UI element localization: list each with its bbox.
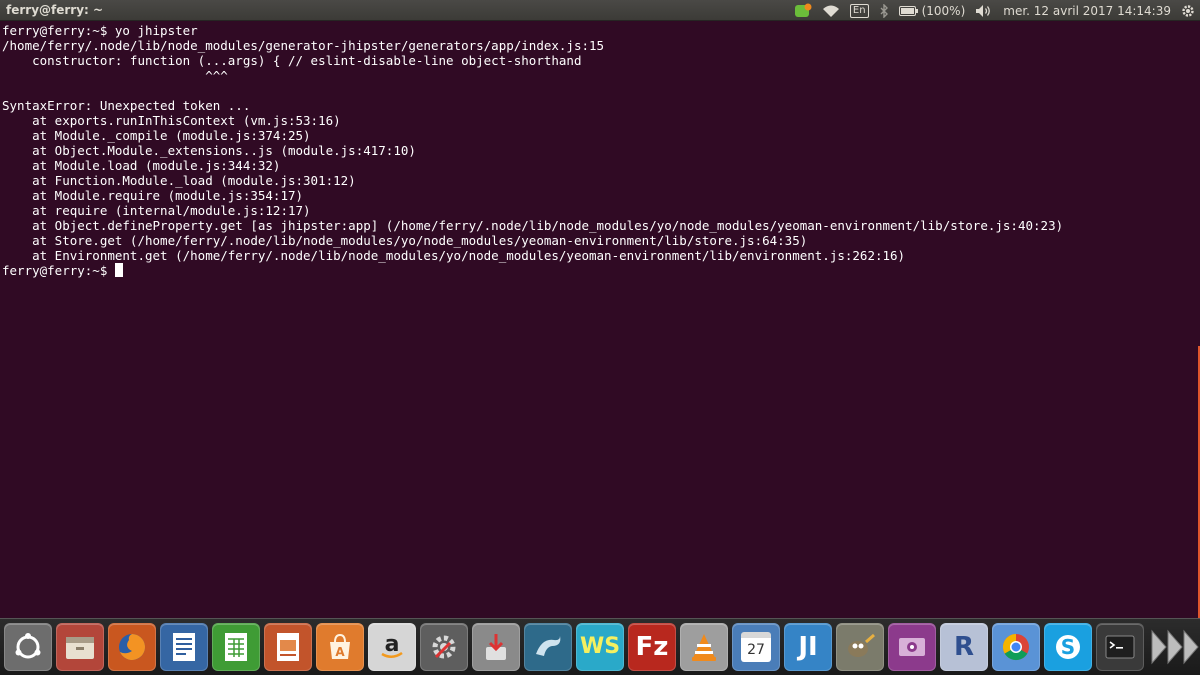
terminal-line: at Object.defineProperty.get [as jhipste… bbox=[2, 218, 1064, 233]
terminal-cursor bbox=[114, 263, 123, 277]
terminal-line: at Module.load (module.js:344:32) bbox=[2, 158, 281, 173]
amazon-icon[interactable]: a bbox=[368, 623, 416, 671]
rstudio-icon[interactable]: R bbox=[940, 623, 988, 671]
calendar-icon[interactable]: 27 bbox=[732, 623, 780, 671]
svg-text:a: a bbox=[385, 632, 400, 657]
terminal-line: at Module._compile (module.js:374:25) bbox=[2, 128, 311, 143]
files-icon[interactable] bbox=[56, 623, 104, 671]
terminal-line: at exports.runInThisContext (vm.js:53:16… bbox=[2, 113, 341, 128]
terminal-output: ferry@ferry:~$ yo jhipster/home/ferry/.n… bbox=[0, 21, 1200, 278]
terminal-line: ferry@ferry:~$ yo jhipster bbox=[2, 23, 198, 38]
bluetooth-icon[interactable] bbox=[874, 0, 894, 21]
battery-indicator[interactable]: (100%) bbox=[894, 0, 971, 21]
svg-text:A: A bbox=[335, 645, 345, 659]
terminal-line: at Function.Module._load (module.js:301:… bbox=[2, 173, 356, 188]
window-title: ferry@ferry: ~ bbox=[6, 3, 104, 17]
ubuntu-dash-icon[interactable] bbox=[4, 623, 52, 671]
video-recorder-icon[interactable] bbox=[888, 623, 936, 671]
mysql-workbench-icon[interactable] bbox=[524, 623, 572, 671]
top-panel: ferry@ferry: ~ En (100%) mer. 12 avril 2… bbox=[0, 0, 1200, 21]
chrome-icon[interactable] bbox=[992, 623, 1040, 671]
svg-text:S: S bbox=[1061, 635, 1075, 659]
archive-installer-icon[interactable] bbox=[472, 623, 520, 671]
terminal-line: at Environment.get (/home/ferry/.node/li… bbox=[2, 248, 906, 263]
launcher-overflow-chevrons-icon[interactable] bbox=[1148, 623, 1200, 671]
keyboard-layout-indicator[interactable]: En bbox=[845, 0, 874, 21]
terminal-prompt: ferry@ferry:~$ bbox=[2, 263, 115, 278]
terminal-window[interactable]: ferry@ferry:~$ yo jhipster/home/ferry/.n… bbox=[0, 21, 1200, 618]
filezilla-icon[interactable]: Fz bbox=[628, 623, 676, 671]
libreoffice-calc-icon[interactable] bbox=[212, 623, 260, 671]
indicator-area: En (100%) mer. 12 avril 2017 14:14:39 bbox=[789, 0, 1200, 21]
calendar-day: 27 bbox=[747, 642, 765, 658]
battery-percentage: (100%) bbox=[921, 3, 966, 18]
libreoffice-writer-icon[interactable] bbox=[160, 623, 208, 671]
launcher-dock: A a WS Fz 27 JI R S bbox=[0, 618, 1200, 675]
clock[interactable]: mer. 12 avril 2017 14:14:39 bbox=[998, 0, 1176, 21]
calendar-page: 27 bbox=[741, 632, 771, 662]
terminal-line: SyntaxError: Unexpected token ... bbox=[2, 98, 251, 113]
terminal-line: ^^^ bbox=[2, 68, 228, 83]
terminal-line: at Object.Module._extensions..js (module… bbox=[2, 143, 416, 158]
volume-icon[interactable] bbox=[970, 0, 998, 21]
gimp-icon[interactable] bbox=[836, 623, 884, 671]
skype-icon[interactable]: S bbox=[1044, 623, 1092, 671]
firefox-icon[interactable] bbox=[108, 623, 156, 671]
system-settings-icon[interactable] bbox=[420, 623, 468, 671]
terminal-prompt-line[interactable]: ferry@ferry:~$ bbox=[2, 263, 1200, 278]
wifi-icon[interactable] bbox=[817, 0, 845, 21]
webstorm-icon[interactable]: WS bbox=[576, 623, 624, 671]
terminal-line: at Module.require (module.js:354:17) bbox=[2, 188, 304, 203]
terminal-line: constructor: function (...args) { // esl… bbox=[2, 53, 582, 68]
software-center-icon[interactable]: A bbox=[316, 623, 364, 671]
terminal-line: /home/ferry/.node/lib/node_modules/gener… bbox=[2, 38, 605, 53]
session-gear-icon[interactable] bbox=[1176, 0, 1200, 21]
keyboard-layout-label: En bbox=[849, 3, 869, 18]
battery-icon bbox=[898, 5, 918, 16]
terminal-icon[interactable] bbox=[1096, 623, 1144, 671]
update-notifier-icon[interactable] bbox=[789, 0, 817, 21]
terminal-line: at require (internal/module.js:12:17) bbox=[2, 203, 311, 218]
jetbrains-idea-icon[interactable]: JI bbox=[784, 623, 832, 671]
vlc-icon[interactable] bbox=[680, 623, 728, 671]
libreoffice-impress-icon[interactable] bbox=[264, 623, 312, 671]
terminal-line: at Store.get (/home/ferry/.node/lib/node… bbox=[2, 233, 808, 248]
